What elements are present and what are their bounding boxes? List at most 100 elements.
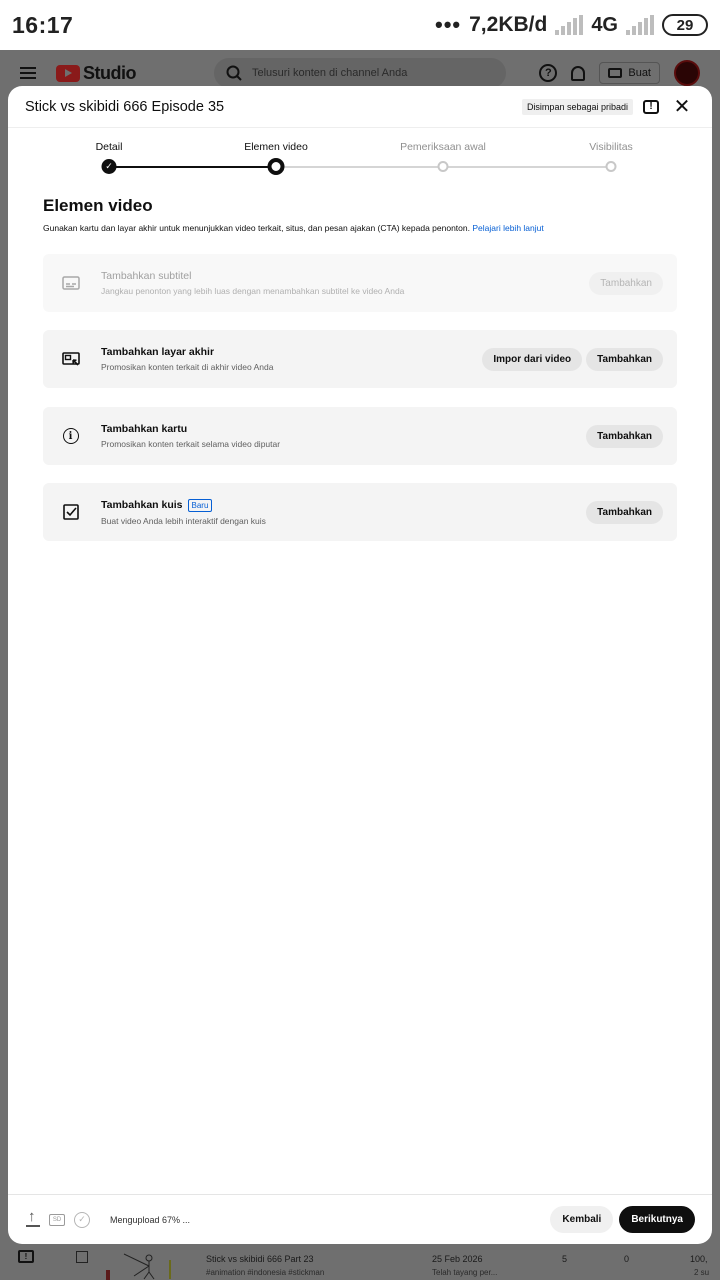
row-likes-sub: 2 su <box>694 1268 710 1277</box>
feedback-icon[interactable]: ! <box>643 99 659 114</box>
card-actions: Tambahkan <box>586 424 663 448</box>
learn-more-link[interactable]: Pelajari lebih lanjut <box>472 223 543 233</box>
back-button[interactable]: Kembali <box>550 1206 614 1233</box>
card-actions: Tambahkan <box>586 500 663 524</box>
signal-icon <box>555 15 584 35</box>
status-dots: ••• <box>435 12 462 37</box>
card-subtitles: Tambahkan subtitel Jangkau penonton yang… <box>43 254 677 312</box>
info-glyph: i <box>62 428 79 444</box>
card-title: Tambahkan layar akhir <box>101 346 215 358</box>
card-actions: Tambahkan <box>589 271 663 295</box>
video-thumbnail[interactable] <box>104 1246 186 1280</box>
status-bar: 16:17 ••• 7,2KB/d 4G 29 <box>0 0 720 50</box>
status-time: 16:17 <box>12 11 74 38</box>
row-title[interactable]: Stick vs skibidi 666 Part 23 <box>206 1254 314 1264</box>
section-description-text: Gunakan kartu dan layar akhir untuk menu… <box>43 223 470 233</box>
studio-wordmark: Studio <box>83 62 137 83</box>
subtitles-icon <box>61 274 80 293</box>
studio-logo[interactable]: Studio <box>56 62 137 84</box>
card-title: Tambahkan kuis Baru <box>101 498 266 512</box>
create-label: Buat <box>628 67 651 79</box>
card-actions: Impor dari video Tambahkan <box>482 347 663 371</box>
search-icon <box>226 65 242 81</box>
card-info-cards: i Tambahkan kartu Promosikan konten terk… <box>43 407 677 465</box>
upload-dialog: Stick vs skibidi 666 Episode 35 Disimpan… <box>8 86 712 1244</box>
feedback-icon[interactable]: ! <box>18 1250 34 1263</box>
help-icon[interactable]: ? <box>539 64 558 82</box>
step-label: Pemeriksaan awal <box>400 141 486 153</box>
add-subtitles-button[interactable]: Tambahkan <box>589 271 663 295</box>
status-speed: 7,2KB/d <box>469 13 548 36</box>
step-label: Visibilitas <box>589 141 633 153</box>
next-button[interactable]: Berikutnya <box>619 1206 695 1233</box>
header-actions: ? Buat <box>539 60 700 86</box>
battery-icon: 29 <box>662 14 708 36</box>
step-checks[interactable]: Pemeriksaan awal <box>373 128 513 172</box>
network-type: 4G <box>591 13 618 36</box>
video-list-row: ! Stick vs skibidi 666 Part 23 #animatio… <box>0 1246 720 1280</box>
row-date: 25 Feb 2026 <box>432 1254 483 1264</box>
card-subtitle: Promosikan konten terkait di akhir video… <box>101 362 274 372</box>
step-done-icon: ✓ <box>101 159 117 174</box>
footer-actions: Kembali Berikutnya <box>550 1206 695 1233</box>
dialog-footer: SD ✓ Mengupload 67% ... Kembali Berikutn… <box>8 1194 712 1244</box>
dialog-title: Stick vs skibidi 666 Episode 35 <box>25 98 225 115</box>
row-comments: 0 <box>624 1254 630 1264</box>
check-icon: ✓ <box>105 161 113 171</box>
card-text: Tambahkan kuis Baru Buat video Anda lebi… <box>101 498 266 526</box>
signal-icon-2 <box>626 15 654 35</box>
end-screen-icon <box>61 350 80 369</box>
card-text: Tambahkan subtitel Jangkau penonton yang… <box>101 270 404 296</box>
step-todo-icon <box>437 161 449 172</box>
dialog-header-actions: Disimpan sebagai pribadi ! ✕ <box>521 94 695 120</box>
card-text: Tambahkan layar akhir Promosikan konten … <box>101 346 273 372</box>
dialog-header: Stick vs skibidi 666 Episode 35 Disimpan… <box>8 86 712 128</box>
step-current-icon <box>267 158 285 175</box>
youtube-play-icon <box>56 64 80 82</box>
camera-icon <box>608 68 623 78</box>
step-label: Detail <box>95 141 123 153</box>
new-badge: Baru <box>187 498 213 512</box>
step-todo-icon <box>605 161 617 172</box>
battery-level: 29 <box>676 16 694 34</box>
channel-search[interactable]: Telusuri konten di channel Anda <box>214 58 506 88</box>
saved-status-badge: Disimpan sebagai pribadi <box>521 98 633 115</box>
avatar[interactable] <box>674 60 700 86</box>
checkbox-icon <box>61 503 80 522</box>
import-from-video-button[interactable]: Impor dari video <box>482 347 583 371</box>
card-subtitle: Jangkau penonton yang lebih luas dengan … <box>101 286 405 296</box>
row-tags: #animation #indonesia #stickman <box>206 1268 325 1277</box>
section-title: Elemen video <box>43 196 153 215</box>
section-description: Gunakan kartu dan layar akhir untuk menu… <box>43 223 544 233</box>
menu-icon[interactable] <box>20 67 36 79</box>
upload-icon <box>26 1208 40 1227</box>
upload-stepper: Detail ✓ Elemen video Pemeriksaan awal V… <box>8 128 712 188</box>
card-subtitle: Promosikan konten terkait selama video d… <box>101 439 281 449</box>
status-right: ••• 7,2KB/d 4G 29 <box>435 12 708 38</box>
card-title-text: Tambahkan kuis <box>101 499 183 511</box>
add-cards-button[interactable]: Tambahkan <box>586 424 663 448</box>
row-views: 5 <box>562 1254 568 1264</box>
bell-icon[interactable] <box>571 65 586 81</box>
step-visibility[interactable]: Visibilitas <box>541 128 681 172</box>
row-date-status: Telah tayang per... <box>432 1268 498 1277</box>
step-label: Elemen video <box>244 141 308 153</box>
card-quiz: Tambahkan kuis Baru Buat video Anda lebi… <box>43 483 677 541</box>
card-end-screen: Tambahkan layar akhir Promosikan konten … <box>43 330 677 388</box>
sd-quality-icon: SD <box>49 1213 65 1226</box>
add-end-screen-button[interactable]: Tambahkan <box>586 347 663 371</box>
footer-status-icons: SD ✓ <box>26 1208 90 1228</box>
row-likes: 100, <box>690 1254 708 1264</box>
card-text: Tambahkan kartu Promosikan konten terkai… <box>101 423 280 449</box>
create-button[interactable]: Buat <box>599 62 660 84</box>
add-quiz-button[interactable]: Tambahkan <box>586 500 663 524</box>
close-icon[interactable]: ✕ <box>669 94 695 120</box>
check-circle-icon: ✓ <box>74 1211 90 1228</box>
upload-status: Mengupload 67% ... <box>110 1214 191 1225</box>
step-video-elements[interactable]: Elemen video <box>206 128 346 175</box>
card-title: Tambahkan kartu <box>101 423 188 435</box>
stepper-line-done <box>109 166 276 168</box>
step-detail[interactable]: Detail ✓ <box>39 128 179 174</box>
info-icon: i <box>61 427 80 446</box>
row-checkbox[interactable] <box>76 1251 88 1263</box>
